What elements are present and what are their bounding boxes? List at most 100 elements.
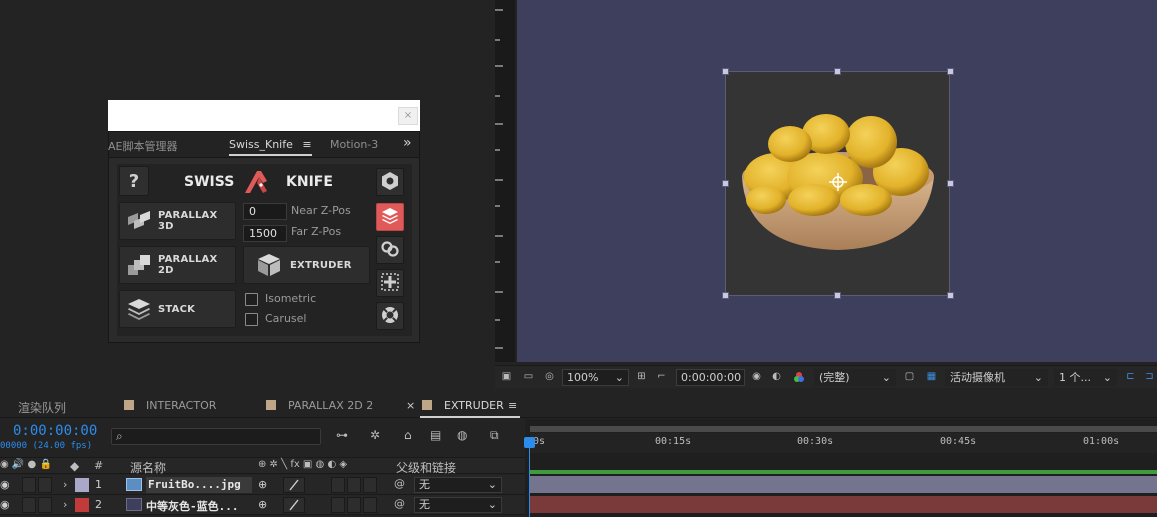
comp-color-swatch xyxy=(124,400,134,410)
far-z-input[interactable]: 1500 xyxy=(243,225,287,242)
parallax-2d-button[interactable]: PARALLAX 2D xyxy=(119,246,236,284)
layer-name[interactable]: 中等灰色-蓝色... xyxy=(146,498,252,514)
add-grid-icon xyxy=(380,272,400,295)
safe-margins-icon[interactable]: ⊞ xyxy=(635,371,648,383)
tab-interactor[interactable]: INTERACTOR xyxy=(146,399,216,412)
comp-flowchart-icon[interactable]: ⊶ xyxy=(336,428,348,442)
views-select[interactable]: 1 个... ⌄ xyxy=(1054,369,1117,386)
graph-editor-icon[interactable]: ⧉ xyxy=(490,428,499,443)
column-parent[interactable]: 父级和链接 xyxy=(396,459,456,476)
chevron-down-icon: ⌄ xyxy=(487,478,497,491)
vr-goggles-icon[interactable]: ◎ xyxy=(543,371,556,383)
snapshot-camera-icon[interactable]: ◉ xyxy=(750,371,763,383)
column-source-name[interactable]: 源名称 xyxy=(130,459,166,476)
overflow-icon[interactable]: » xyxy=(403,135,412,151)
label-color-swatch[interactable] xyxy=(75,498,89,512)
monitor-icon[interactable]: ▭ xyxy=(522,371,535,383)
carusel-checkbox[interactable] xyxy=(245,313,258,326)
selected-layer-fruit-bowl[interactable] xyxy=(725,71,950,296)
current-time-display[interactable]: 0:00:00:00 xyxy=(676,369,745,386)
tab-motion-3[interactable]: Motion-3 xyxy=(330,138,378,151)
transform-handle-bottom-left[interactable] xyxy=(722,292,729,299)
transform-handle-top-right[interactable] xyxy=(947,68,954,75)
color-channels-icon[interactable] xyxy=(792,371,805,383)
parent-select[interactable]: 无 ⌄ xyxy=(414,497,502,513)
toggle-view-icon[interactable]: ⊏ xyxy=(1124,371,1137,383)
visibility-eye-icon[interactable]: ◉ xyxy=(0,498,10,511)
fx-switch[interactable] xyxy=(331,497,345,513)
motion-blur-icon[interactable]: ◍ xyxy=(457,428,467,442)
tab-menu-icon[interactable]: ≡ xyxy=(302,138,311,151)
timeline-timecode[interactable]: 0:00:00:00 xyxy=(13,423,97,439)
expand-chevron-icon[interactable]: › xyxy=(63,478,67,491)
near-z-input[interactable]: 0 xyxy=(243,203,287,220)
label-color-swatch[interactable] xyxy=(75,478,89,492)
transform-handle-top-left[interactable] xyxy=(722,68,729,75)
tab-parallax-2d-2[interactable]: PARALLAX 2D 2 xyxy=(288,399,373,412)
audio-toggle[interactable] xyxy=(22,477,36,493)
region-of-interest-icon[interactable]: ▢ xyxy=(903,371,916,383)
parallax-3d-button[interactable]: PARALLAX 3D xyxy=(119,202,236,240)
parent-select[interactable]: 无 ⌄ xyxy=(414,477,502,493)
draft-3d-icon[interactable]: ✲ xyxy=(370,428,380,442)
lifebuoy-button[interactable] xyxy=(376,302,404,330)
fx-switch[interactable] xyxy=(331,477,345,493)
tab-ae-script-manager[interactable]: AE脚本管理器 xyxy=(108,138,177,154)
layer-1-duration-bar[interactable] xyxy=(530,476,1157,493)
tab-extruder[interactable]: EXTRUDER xyxy=(444,399,504,412)
transform-handle-right[interactable] xyxy=(947,180,954,187)
show-snapshot-icon[interactable]: ◐ xyxy=(770,371,783,383)
always-preview-icon[interactable]: ▣ xyxy=(500,371,513,383)
solo-toggle[interactable] xyxy=(38,497,52,513)
mask-path-icon[interactable]: ⌐ xyxy=(655,371,668,383)
timeline-search-input[interactable]: ⌕ xyxy=(111,428,321,445)
extruder-button[interactable]: EXTRUDER xyxy=(243,246,370,284)
shy-layers-icon[interactable]: ⌂ xyxy=(404,428,412,442)
layers-button-active[interactable] xyxy=(376,203,404,231)
link-button[interactable] xyxy=(376,236,404,264)
3d-switch[interactable] xyxy=(363,497,377,513)
vertical-ruler[interactable] xyxy=(495,0,515,362)
3d-switch[interactable] xyxy=(363,477,377,493)
pick-whip-icon[interactable]: @ xyxy=(394,497,405,510)
tab-menu-icon[interactable]: ≡ xyxy=(508,399,517,412)
solo-toggle[interactable] xyxy=(38,477,52,493)
layer-2-duration-bar[interactable] xyxy=(530,496,1157,513)
tab-render-queue[interactable]: 渲染队列 xyxy=(18,399,66,416)
lifebuoy-icon xyxy=(380,305,400,328)
expand-chevron-icon[interactable]: › xyxy=(63,498,67,511)
audio-toggle[interactable] xyxy=(22,497,36,513)
tab-swiss-knife[interactable]: Swiss_Knife ≡ xyxy=(229,138,312,156)
time-ruler[interactable] xyxy=(530,433,1157,453)
resolution-select[interactable]: (完整) ⌄ xyxy=(814,369,896,386)
tab-close-icon[interactable]: × xyxy=(406,399,415,412)
playhead-handle[interactable] xyxy=(524,437,535,448)
zoom-select[interactable]: 100% ⌄ xyxy=(562,369,629,386)
stack-button[interactable]: STACK xyxy=(119,290,236,328)
shy-switch-icon[interactable]: ⊕ xyxy=(258,498,267,511)
transform-handle-bottom-right[interactable] xyxy=(947,292,954,299)
frame-blending-icon[interactable]: ▤ xyxy=(430,428,441,442)
work-area-bar[interactable] xyxy=(530,426,1157,432)
help-button[interactable]: ? xyxy=(119,166,149,196)
quality-switch[interactable] xyxy=(283,477,305,493)
layer-name[interactable]: FruitBo....jpg xyxy=(146,477,252,493)
reset-exposure-icon[interactable]: ⊐ xyxy=(1143,371,1156,383)
transform-handle-bottom[interactable] xyxy=(834,292,841,299)
table-row[interactable]: ◉ › 1 FruitBo....jpg ⊕ @ 无 ⌄ xyxy=(0,475,525,495)
camera-select[interactable]: 活动摄像机 ⌄ xyxy=(945,369,1048,386)
visibility-eye-icon[interactable]: ◉ xyxy=(0,478,10,491)
add-grid-button[interactable] xyxy=(376,269,404,297)
transform-handle-top[interactable] xyxy=(834,68,841,75)
transparency-grid-icon[interactable]: ▦ xyxy=(925,371,938,383)
pick-whip-icon[interactable]: @ xyxy=(394,477,405,490)
panel-close-button[interactable]: × xyxy=(398,107,418,125)
transform-handle-left[interactable] xyxy=(722,180,729,187)
table-row[interactable]: ◉ › 2 中等灰色-蓝色... ⊕ @ 无 ⌄ xyxy=(0,495,525,515)
isometric-checkbox[interactable] xyxy=(245,293,258,306)
quality-switch[interactable] xyxy=(283,497,305,513)
settings-hex-button[interactable] xyxy=(376,168,404,196)
blend-switch[interactable] xyxy=(347,477,361,493)
shy-switch-icon[interactable]: ⊕ xyxy=(258,478,267,491)
blend-switch[interactable] xyxy=(347,497,361,513)
